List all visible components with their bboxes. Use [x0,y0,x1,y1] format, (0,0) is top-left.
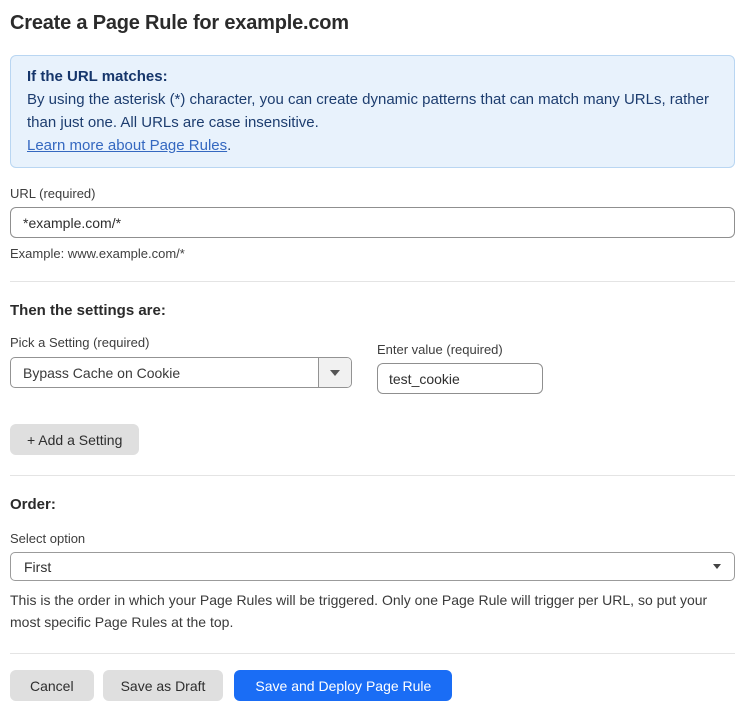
section-divider [10,281,735,282]
url-match-info-box: If the URL matches: By using the asteris… [10,55,735,168]
chevron-down-icon [330,370,340,376]
setting-row: Pick a Setting (required) Bypass Cache o… [10,335,735,394]
url-example-hint: Example: www.example.com/* [10,246,735,261]
url-label: URL (required) [10,186,735,201]
setting-select-value: Bypass Cache on Cookie [11,358,318,387]
footer-divider [10,653,735,654]
setting-picker-label: Pick a Setting (required) [10,335,352,350]
order-select-value: First [24,559,51,575]
settings-heading: Then the settings are: [10,302,735,319]
info-box-heading: If the URL matches: [27,65,718,88]
section-divider-2 [10,475,735,476]
url-input[interactable] [10,207,735,238]
add-setting-button[interactable]: + Add a Setting [10,424,139,455]
order-heading: Order: [10,496,735,513]
page-title: Create a Page Rule for example.com [10,12,735,35]
chevron-down-icon [713,564,721,569]
order-help-text: This is the order in which your Page Rul… [10,589,735,633]
order-select[interactable]: First [10,552,735,581]
setting-select[interactable]: Bypass Cache on Cookie [10,357,352,388]
footer-actions: Cancel Save as Draft Save and Deploy Pag… [10,670,735,701]
create-page-rule-form: Create a Page Rule for example.com If th… [0,0,750,701]
info-box-link-line: Learn more about Page Rules. [27,134,718,157]
setting-picker-column: Pick a Setting (required) Bypass Cache o… [10,335,352,394]
link-suffix-period: . [227,137,231,154]
setting-value-column: Enter value (required) [377,335,543,394]
save-and-deploy-button[interactable]: Save and Deploy Page Rule [234,670,452,701]
learn-more-link[interactable]: Learn more about Page Rules [27,137,227,154]
cancel-button[interactable]: Cancel [10,670,94,701]
info-box-body: By using the asterisk (*) character, you… [27,88,718,134]
setting-value-input[interactable] [377,363,543,394]
setting-value-label: Enter value (required) [377,342,543,357]
save-as-draft-button[interactable]: Save as Draft [103,670,224,701]
order-select-label: Select option [10,531,735,546]
setting-select-arrow-button[interactable] [318,358,351,387]
